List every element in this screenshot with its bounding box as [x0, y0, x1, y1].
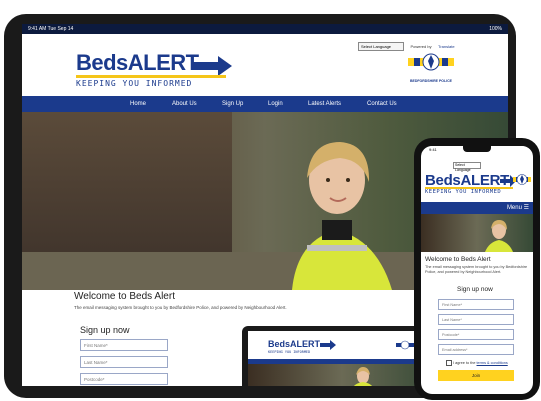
first-name-field[interactable]: First Name*	[80, 339, 168, 351]
phone-screen: 9:41 Select Language BedsALERT KEEPING Y…	[421, 146, 533, 394]
logo-tagline: KEEPING YOU INFORMED	[76, 79, 193, 88]
status-time: 9:41 AM Tue Sep 14	[28, 26, 74, 32]
police-name: BEDFORDSHIRE POLICE	[409, 79, 452, 83]
laptop-officer-image	[353, 367, 373, 386]
phone-hero-image	[421, 214, 533, 252]
postcode-field[interactable]: Postcode*	[80, 373, 168, 385]
police-officer-image	[292, 142, 392, 290]
laptop-police-crest-icon	[396, 340, 414, 350]
nav-login[interactable]: Login	[268, 96, 283, 112]
status-battery: 100%	[489, 26, 502, 32]
nav-about-us[interactable]: About Us	[172, 96, 197, 112]
phone-status-time: 9:41	[429, 147, 437, 152]
phone-email-field[interactable]: Email address*	[438, 344, 514, 355]
logo-beds-text: Beds	[76, 50, 128, 75]
phone-welcome-subtitle: The email messaging system brought to yo…	[425, 265, 528, 274]
laptop-tagline: KEEPING YOU INFORMED	[268, 350, 311, 354]
phone-welcome-title: Welcome to Beds Alert	[425, 256, 491, 263]
terms-link[interactable]: terms & conditions	[477, 361, 508, 365]
laptop-logo-alert: ALERT	[290, 339, 321, 349]
language-select[interactable]: Select Language	[358, 42, 404, 51]
laptop-hero	[248, 364, 436, 386]
police-crest: BEDFORDSHIRE POLICE	[408, 52, 454, 88]
status-bar: 9:41 AM Tue Sep 14 100%	[22, 24, 508, 34]
phone-terms-row: I agree to the terms & conditions	[446, 360, 508, 366]
phone-police-crest-icon	[513, 174, 531, 185]
phone-join-button[interactable]: Join	[438, 370, 514, 381]
last-name-field[interactable]: Last Name*	[80, 356, 168, 368]
phone-status-bar: 9:41	[421, 146, 533, 154]
powered-by-text: Powered by	[410, 44, 432, 49]
phone-menu-button[interactable]: Menu ☰	[421, 202, 533, 214]
nav-latest-alerts[interactable]: Latest Alerts	[308, 96, 341, 112]
terms-prefix: I agree to the	[453, 361, 477, 365]
laptop-arrow-icon	[320, 340, 336, 350]
phone-logo-tagline: KEEPING YOU INFORMED	[425, 189, 502, 195]
phone-notch	[463, 146, 491, 152]
phone-last-name-field[interactable]: Last Name*	[438, 314, 514, 325]
main-nav: Home About Us Sign Up Login Latest Alert…	[22, 96, 508, 112]
laptop-logo: BedsALERT	[268, 339, 320, 349]
welcome-title: Welcome to Beds Alert	[74, 291, 175, 302]
beds-alert-logo[interactable]: BedsALERT	[76, 52, 199, 74]
welcome-subtitle: The email messaging system brought to yo…	[74, 305, 287, 310]
laptop-mockup: BedsALERT KEEPING YOU INFORMED	[242, 326, 442, 386]
phone-first-name-field[interactable]: First Name*	[438, 299, 514, 310]
nav-contact-us[interactable]: Contact Us	[367, 96, 397, 112]
police-crest-icon	[408, 53, 454, 71]
phone-signup-title: Sign up now	[457, 286, 493, 293]
translate-link[interactable]: Translate	[438, 44, 455, 49]
language-bar: Select Language Powered by Translate	[358, 35, 455, 53]
phone-officer-image	[485, 220, 513, 252]
laptop-logo-beds: Beds	[268, 339, 291, 349]
laptop-screen: BedsALERT KEEPING YOU INFORMED	[248, 331, 436, 386]
nav-sign-up[interactable]: Sign Up	[222, 96, 243, 112]
phone-language-select[interactable]: Select Language	[453, 162, 481, 172]
phone-logo[interactable]: BedsALERT	[425, 173, 509, 188]
phone-postcode-field[interactable]: Postcode*	[438, 329, 514, 340]
nav-home[interactable]: Home	[130, 96, 146, 112]
logo-alert-text: ALERT	[127, 50, 199, 75]
logo-underline	[76, 75, 226, 78]
signup-title: Sign up now	[80, 325, 130, 335]
terms-checkbox[interactable]	[446, 360, 452, 366]
